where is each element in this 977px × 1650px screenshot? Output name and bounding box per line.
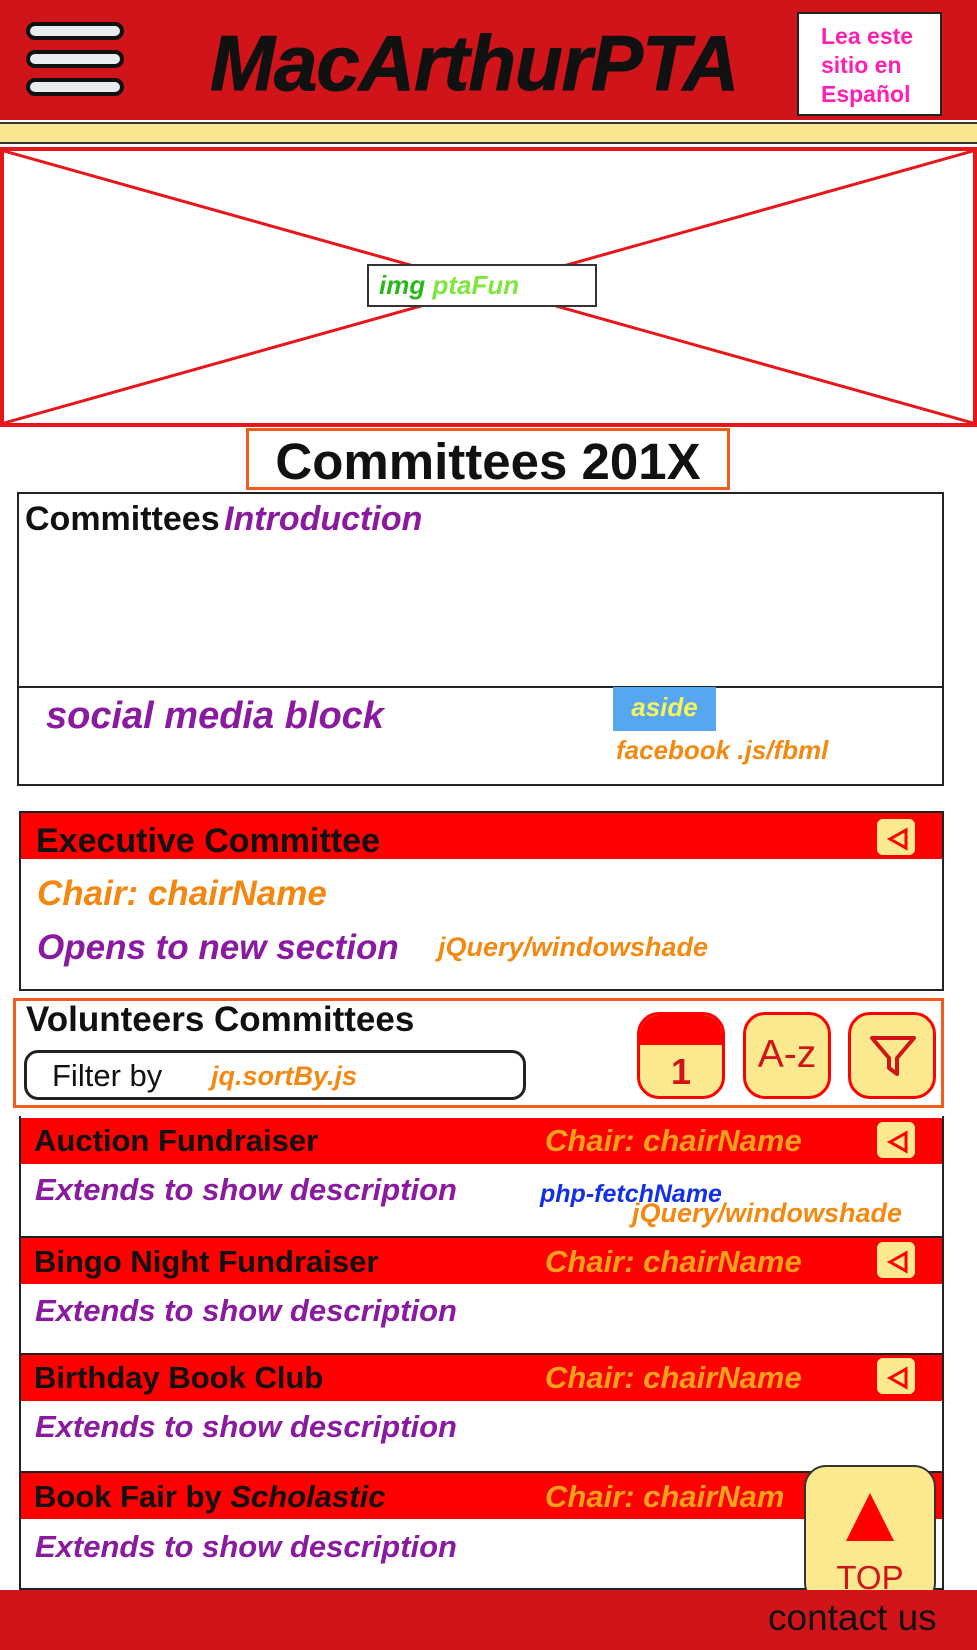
- language-link-line-1: Lea este: [821, 23, 914, 49]
- executive-note: Opens to new section: [37, 928, 399, 967]
- spanish-language-link[interactable]: Lea este sitio en Español: [797, 12, 942, 116]
- executive-chair: Chair: chairName: [37, 874, 327, 913]
- funnel-icon: [870, 1036, 916, 1076]
- social-media-label: social media block: [46, 695, 384, 737]
- language-link-line-3: Español: [821, 81, 911, 107]
- hamburger-menu-icon[interactable]: [26, 22, 126, 102]
- filter-button[interactable]: [848, 1012, 936, 1099]
- committee-expand-toggle-icon[interactable]: [875, 1240, 917, 1280]
- sort-by-date-button[interactable]: 1: [637, 1012, 725, 1099]
- committee-description: Extends to show description: [35, 1293, 457, 1328]
- committee-description: Extends to show description: [35, 1529, 457, 1564]
- back-to-top-button[interactable]: TOP: [804, 1465, 936, 1605]
- committee-name: Bingo Night Fundraiser: [34, 1244, 379, 1279]
- sort-alphabetical-button[interactable]: A-z: [743, 1012, 831, 1099]
- executive-tech-note: jQuery/windowshade: [438, 932, 709, 962]
- page-title-box: Committees 201X: [246, 428, 730, 490]
- calendar-icon: [640, 1015, 722, 1045]
- filter-input[interactable]: Filter by jq.sortBy.js: [24, 1050, 526, 1100]
- committee-chair: Chair: chairName: [545, 1360, 802, 1395]
- committee-expand-toggle-icon[interactable]: [875, 1120, 917, 1160]
- language-link-line-2: sitio en: [821, 52, 902, 78]
- calendar-number: 1: [670, 1051, 692, 1092]
- hero-label-name: ptaFun: [432, 270, 520, 300]
- committee-name-italic: Scholastic: [230, 1479, 386, 1514]
- facebook-tech-note: facebook .js/fbml: [616, 735, 829, 765]
- committee-expand-toggle-icon[interactable]: [875, 1356, 917, 1396]
- committee-name-prefix: Book Fair by: [34, 1479, 231, 1514]
- committee-chair: Chair: chairName: [545, 1123, 802, 1158]
- committee-chair: Chair: chairNam: [545, 1479, 785, 1514]
- hero-label-prefix: img: [379, 270, 426, 300]
- intro-subtitle: Introduction: [224, 500, 423, 538]
- volunteers-title: Volunteers Committees: [26, 1000, 415, 1039]
- hero-image-label: img ptaFun: [367, 264, 597, 307]
- committee-name: Book Fair by Scholastic: [34, 1479, 385, 1515]
- committee-name: Birthday Book Club: [34, 1360, 324, 1395]
- filter-placeholder: Filter by: [52, 1058, 163, 1093]
- filter-tech-note: jq.sortBy.js: [211, 1061, 358, 1091]
- up-arrow-icon: [846, 1493, 894, 1541]
- committee-name: Auction Fundraiser: [34, 1123, 319, 1158]
- committee-description: Extends to show description: [35, 1172, 457, 1207]
- contact-us-link[interactable]: contact us: [768, 1597, 937, 1639]
- row-tech-note: jQuery/windowshade: [632, 1198, 903, 1228]
- intro-block: Committees Introduction: [17, 492, 944, 686]
- page-title: Committees 201X: [275, 433, 701, 490]
- aside-tag: aside: [613, 687, 716, 731]
- executive-expand-toggle-icon[interactable]: [875, 817, 917, 857]
- executive-committee-title: Executive Committee: [36, 822, 380, 860]
- intro-title: Committees: [25, 500, 220, 538]
- sort-label: A-z: [757, 1033, 817, 1076]
- committee-chair: Chair: chairName: [545, 1244, 802, 1279]
- header-divider-strip: [0, 122, 977, 144]
- committee-description: Extends to show description: [35, 1409, 457, 1444]
- site-title: MacArthurPTA: [210, 19, 740, 108]
